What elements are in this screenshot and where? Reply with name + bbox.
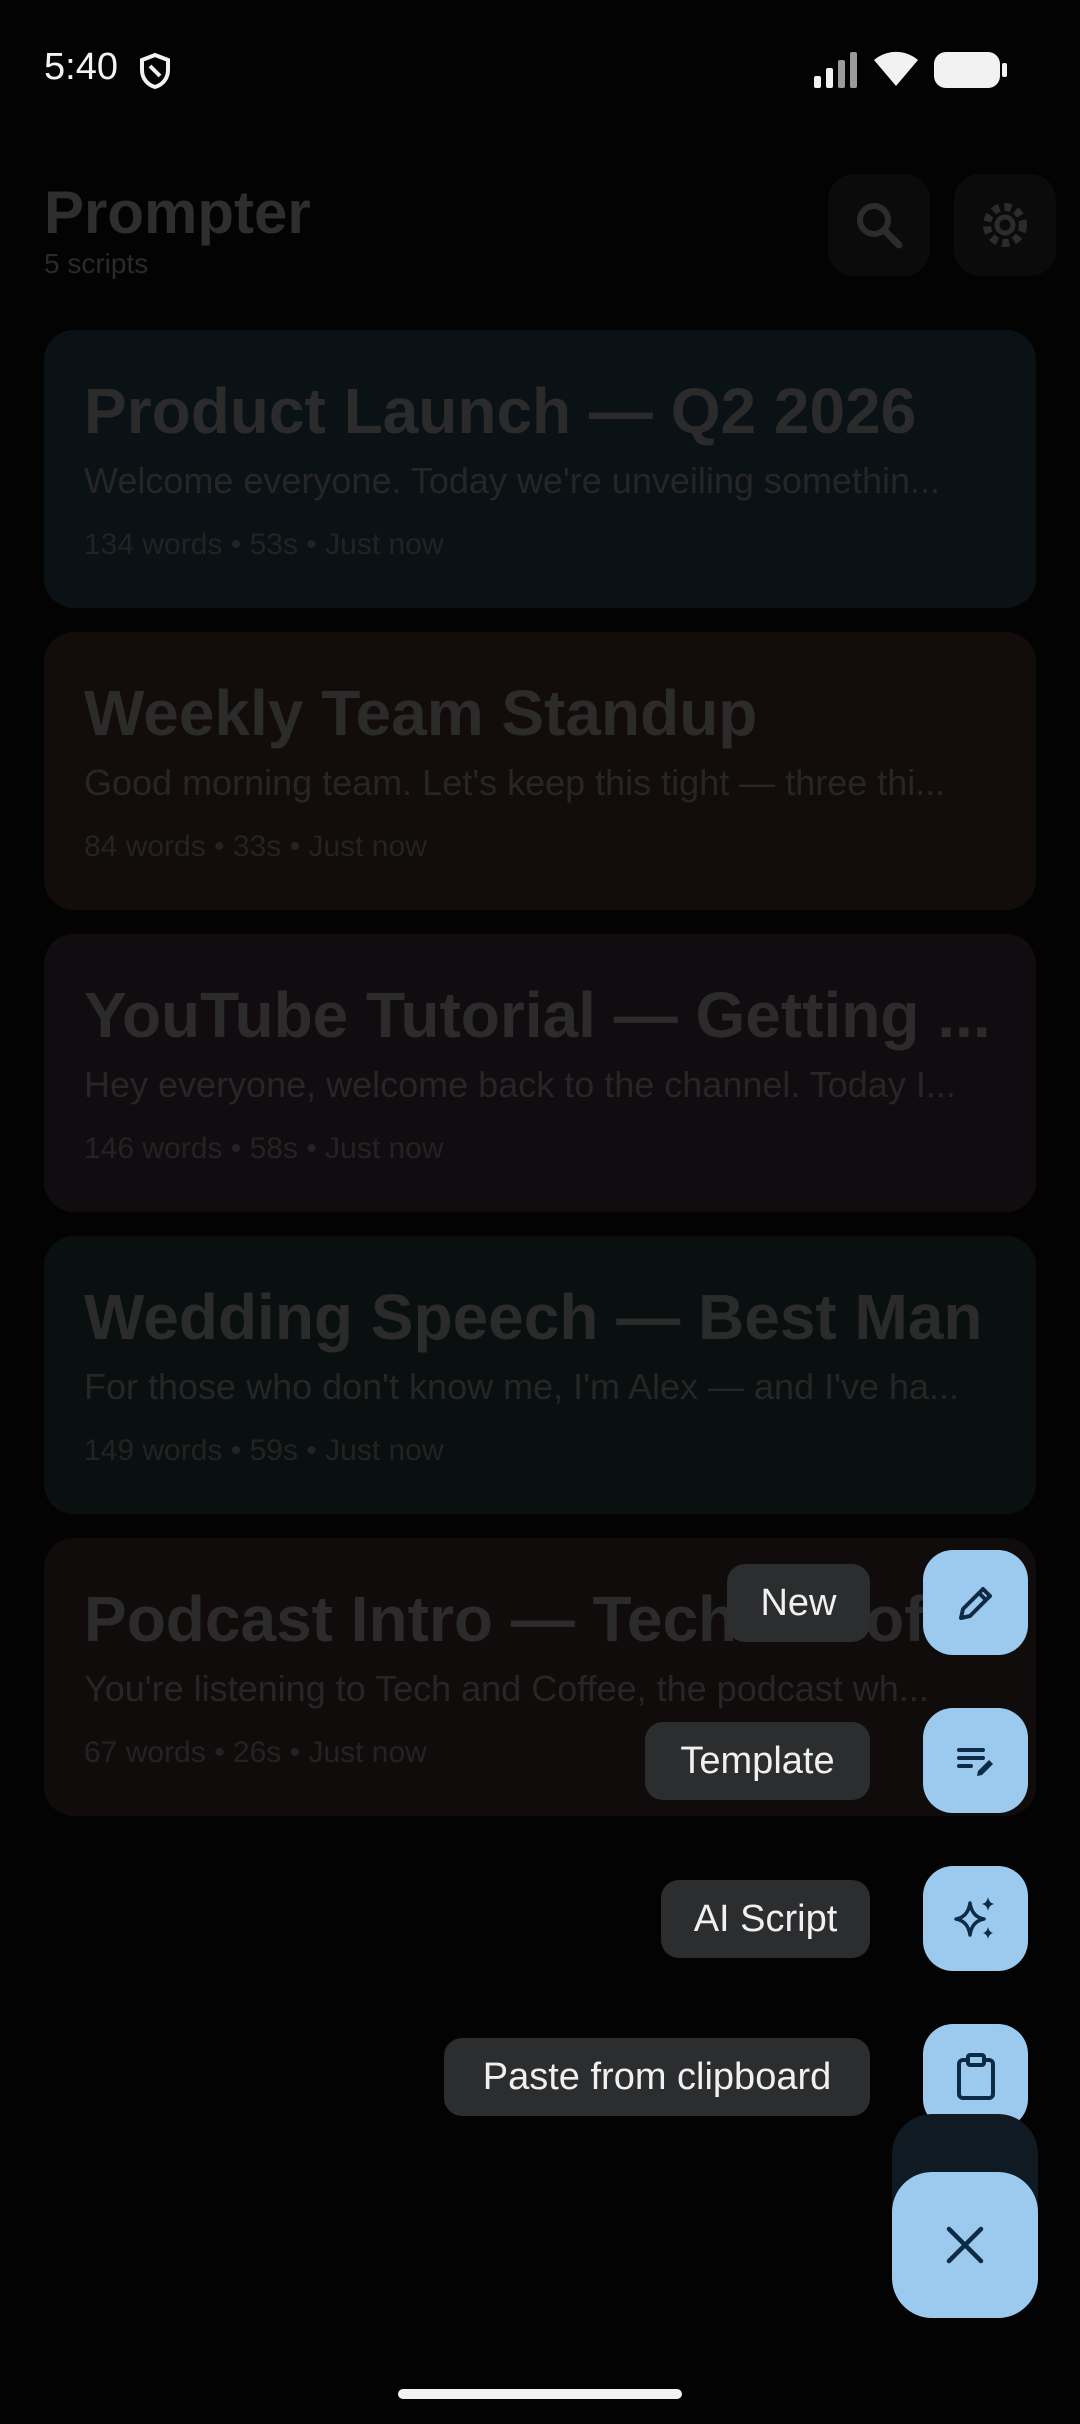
script-preview: Hey everyone, welcome back to the channe… (84, 1064, 956, 1105)
gear-icon (983, 203, 1027, 247)
new-label[interactable]: New (727, 1564, 870, 1642)
signal-icon (814, 52, 857, 88)
script-count: 5 scripts (44, 248, 149, 279)
script-meta: 84 words • 33s • Just now (84, 830, 427, 863)
search-icon (857, 203, 903, 249)
script-title: Wedding Speech — Best Man (84, 1281, 983, 1353)
script-card[interactable]: Wedding Speech — Best Man For those who … (44, 1236, 1036, 1514)
settings-button[interactable] (954, 174, 1056, 276)
script-list-screen: Prompter 5 scripts Product Launch — Q2 2… (0, 140, 1080, 2340)
script-card[interactable]: Podcast Intro — Tech & Coffee You're lis… (44, 1538, 1036, 1816)
template-button[interactable] (923, 1708, 1028, 1813)
script-title: Weekly Team Standup (84, 677, 758, 749)
ai-script-label[interactable]: AI Script (661, 1880, 870, 1958)
script-meta: 146 words • 58s • Just now (84, 1132, 444, 1165)
script-meta: 67 words • 26s • Just now (84, 1736, 427, 1769)
wifi-icon (874, 51, 918, 86)
battery-icon (934, 52, 1007, 88)
ai-script-button[interactable] (923, 1866, 1028, 1971)
script-card[interactable]: YouTube Tutorial — Getting ... Hey every… (44, 934, 1036, 1212)
script-title: YouTube Tutorial — Getting ... (84, 979, 991, 1051)
status-bar: 5:40 (0, 0, 1080, 140)
script-preview: Welcome everyone. Today we're unveiling … (84, 460, 940, 501)
template-label[interactable]: Template (645, 1722, 870, 1800)
sparkle-icon (953, 1896, 994, 1939)
script-card[interactable]: Product Launch — Q2 2026 Welcome everyon… (44, 330, 1036, 608)
close-icon (946, 2226, 984, 2264)
script-meta: 134 words • 53s • Just now (84, 528, 444, 561)
script-card[interactable]: Weekly Team Standup Good morning team. L… (44, 632, 1036, 910)
script-preview: For those who don't know me, I'm Alex — … (84, 1366, 960, 1407)
page-title: Prompter (44, 179, 311, 246)
script-meta: 149 words • 59s • Just now (84, 1434, 444, 1467)
status-time: 5:40 (44, 46, 118, 88)
script-preview: Good morning team. Let's keep this tight… (84, 762, 946, 803)
clipboard-icon (956, 2052, 995, 2100)
new-button[interactable] (923, 1550, 1028, 1655)
pencil-icon (958, 1586, 992, 1620)
home-indicator[interactable] (398, 2389, 682, 2399)
paste-clipboard-label[interactable]: Paste from clipboard (444, 2038, 870, 2116)
script-title: Product Launch — Q2 2026 (84, 375, 917, 447)
close-menu-button[interactable] (892, 2172, 1038, 2318)
script-preview: You're listening to Tech and Coffee, the… (84, 1668, 929, 1709)
shield-icon (140, 52, 170, 90)
search-button[interactable] (828, 174, 930, 276)
template-icon (956, 1747, 993, 1776)
